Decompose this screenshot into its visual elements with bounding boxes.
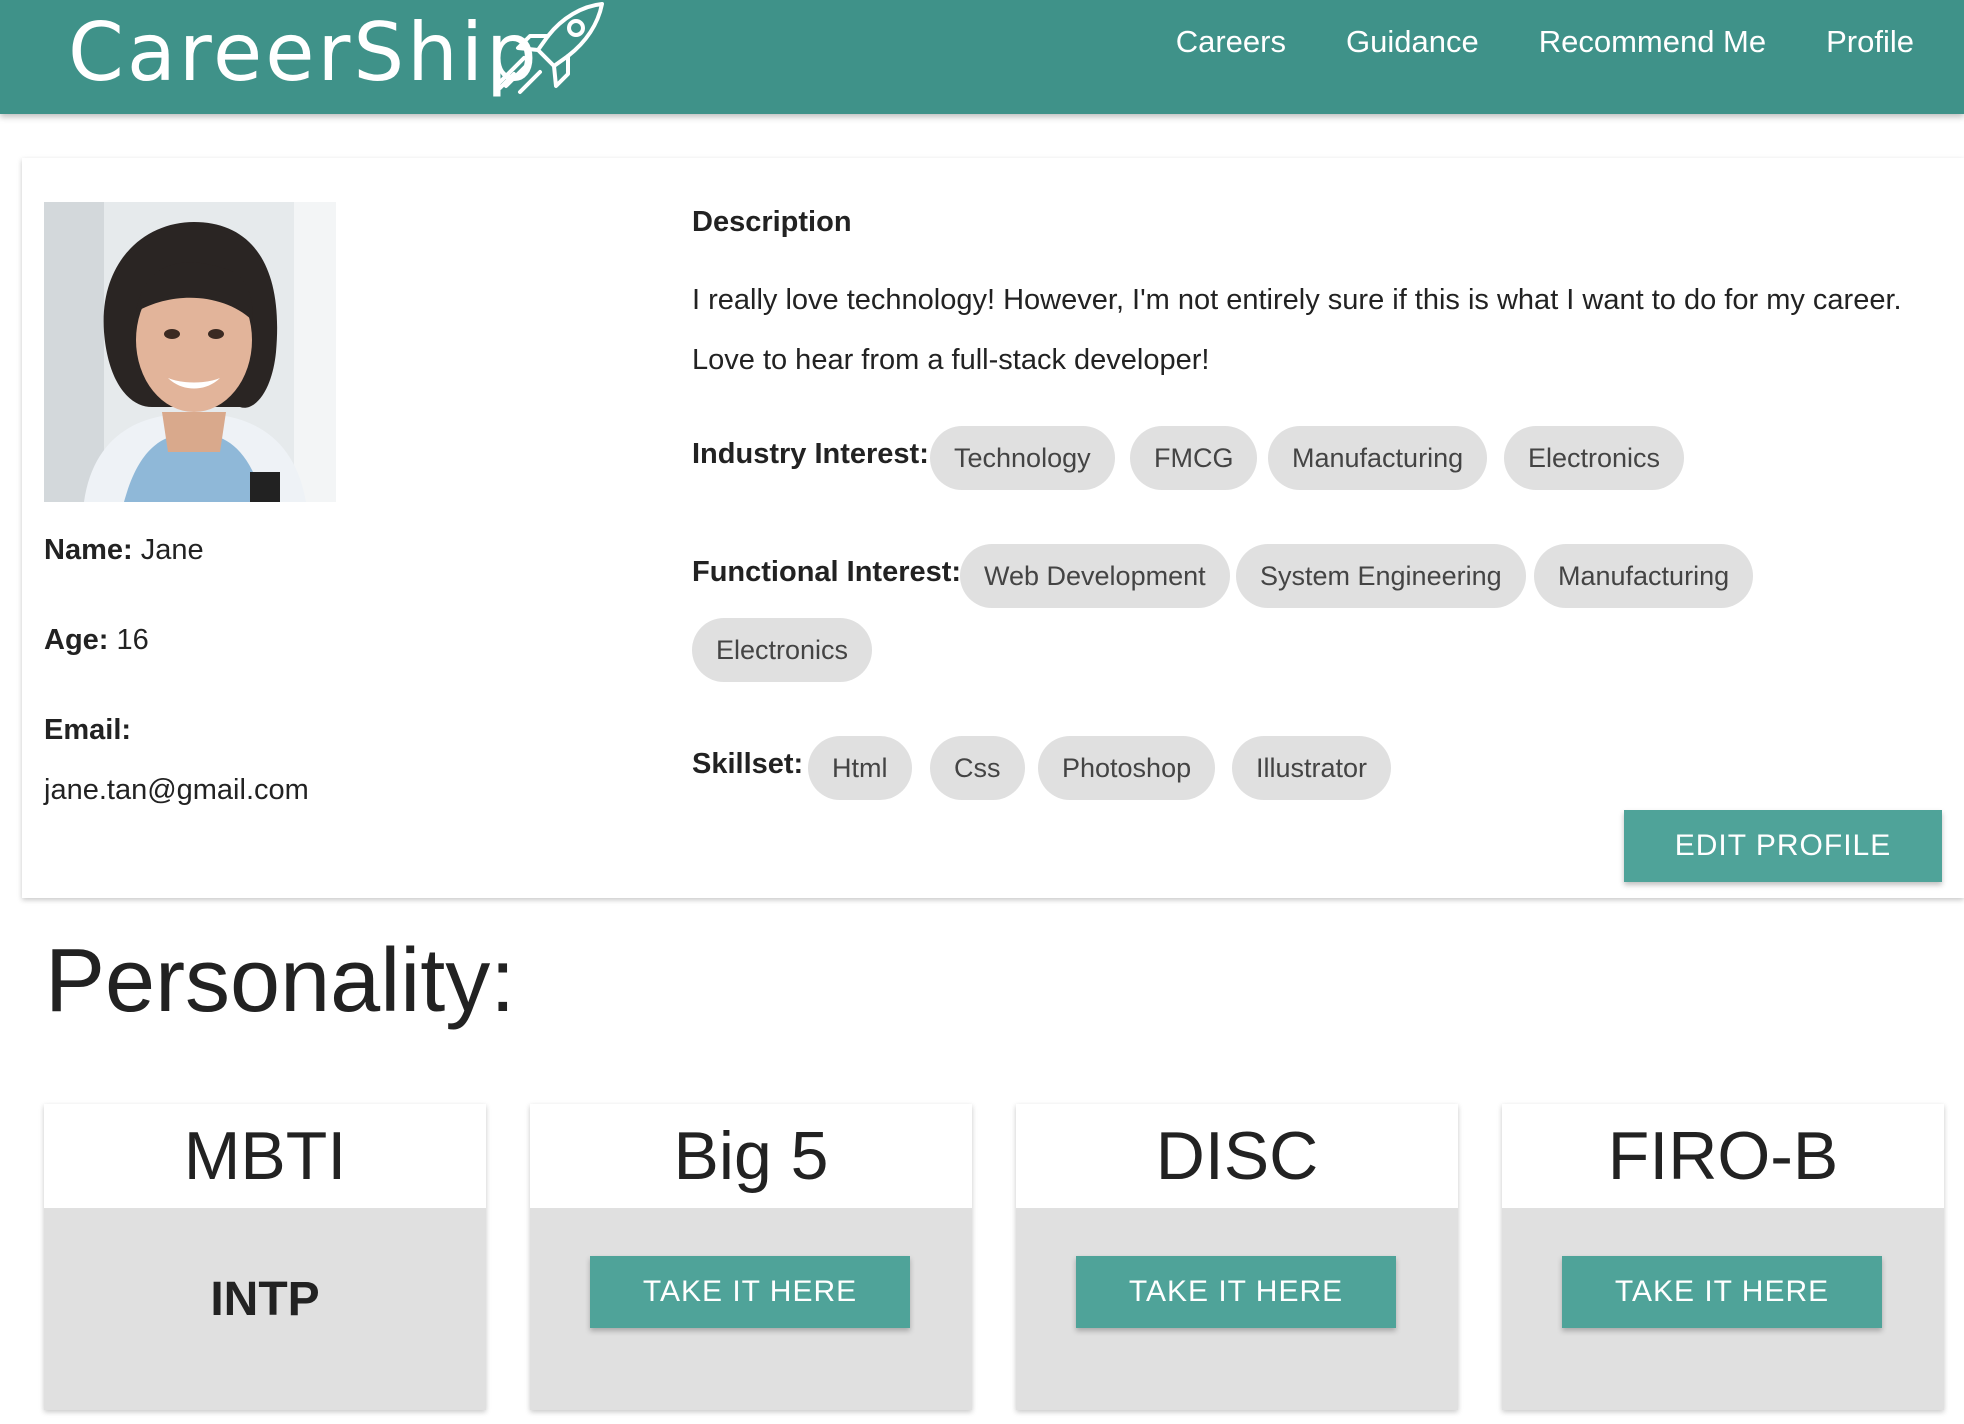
- test-name: FIRO-B: [1502, 1104, 1944, 1208]
- mbti-result: INTP: [210, 1273, 320, 1326]
- test-body: TAKE IT HERE: [1502, 1208, 1944, 1410]
- mbti-card: MBTI INTP: [44, 1104, 486, 1410]
- nav-guidance[interactable]: Guidance: [1346, 24, 1479, 60]
- disc-card: DISC TAKE IT HERE: [1016, 1104, 1458, 1410]
- functional-interest-label: Functional Interest:: [692, 556, 962, 588]
- firob-card: FIRO-B TAKE IT HERE: [1502, 1104, 1944, 1410]
- take-disc-button[interactable]: TAKE IT HERE: [1076, 1256, 1396, 1328]
- rocket-icon: [496, 2, 604, 94]
- name-value: Jane: [140, 534, 204, 566]
- name-line: Name: Jane: [44, 534, 204, 567]
- test-body: INTP: [44, 1208, 486, 1410]
- nav-profile[interactable]: Profile: [1826, 24, 1914, 60]
- email-label: Email:: [44, 714, 132, 746]
- industry-chip[interactable]: Technology: [930, 426, 1115, 490]
- profile-card: Name: Jane Age: 16 Email: jane.tan@gmail…: [22, 158, 1964, 898]
- age-line: Age: 16: [44, 624, 149, 657]
- industry-interest-label: Industry Interest:: [692, 438, 929, 470]
- nav-recommend-me[interactable]: Recommend Me: [1539, 24, 1766, 60]
- description-text: I really love technology! However, I'm n…: [692, 284, 1902, 376]
- industry-chip[interactable]: Electronics: [1504, 426, 1685, 490]
- personality-title: Personality:: [45, 931, 516, 1031]
- industry-chip[interactable]: Manufacturing: [1268, 426, 1488, 490]
- age-label: Age:: [44, 624, 109, 656]
- test-body: TAKE IT HERE: [530, 1208, 972, 1410]
- big5-card: Big 5 TAKE IT HERE: [530, 1104, 972, 1410]
- test-name: MBTI: [44, 1104, 486, 1208]
- take-big5-button[interactable]: TAKE IT HERE: [590, 1256, 910, 1328]
- functional-chip[interactable]: Manufacturing: [1534, 544, 1754, 608]
- skill-chip[interactable]: Photoshop: [1038, 736, 1216, 800]
- age-value: 16: [116, 624, 149, 656]
- brand-logo[interactable]: CareerShip: [68, 2, 540, 102]
- industry-chip[interactable]: FMCG: [1130, 426, 1258, 490]
- avatar: [44, 202, 336, 502]
- skill-chip[interactable]: Css: [930, 736, 1025, 800]
- skill-chip[interactable]: Html: [808, 736, 912, 800]
- functional-chip[interactable]: Electronics: [692, 618, 873, 682]
- nav-links: Careers Guidance Recommend Me Profile: [1176, 24, 1914, 60]
- take-firob-button[interactable]: TAKE IT HERE: [1562, 1256, 1882, 1328]
- skill-chip[interactable]: Illustrator: [1232, 736, 1392, 800]
- description-title: Description: [692, 206, 852, 238]
- top-navbar: CareerShip Careers Guidance Recommend Me…: [0, 0, 1964, 114]
- name-label: Name:: [44, 534, 133, 566]
- test-name: Big 5: [530, 1104, 972, 1208]
- nav-careers[interactable]: Careers: [1176, 24, 1286, 60]
- functional-chip[interactable]: System Engineering: [1236, 544, 1526, 608]
- test-body: TAKE IT HERE: [1016, 1208, 1458, 1410]
- skillset-label: Skillset:: [692, 748, 804, 780]
- edit-profile-button[interactable]: EDIT PROFILE: [1624, 810, 1942, 882]
- email-value: jane.tan@gmail.com: [44, 774, 309, 806]
- email-label-line: Email:: [44, 714, 131, 747]
- test-name: DISC: [1016, 1104, 1458, 1208]
- brand-name: CareerShip: [68, 5, 540, 99]
- functional-chip[interactable]: Web Development: [960, 544, 1230, 608]
